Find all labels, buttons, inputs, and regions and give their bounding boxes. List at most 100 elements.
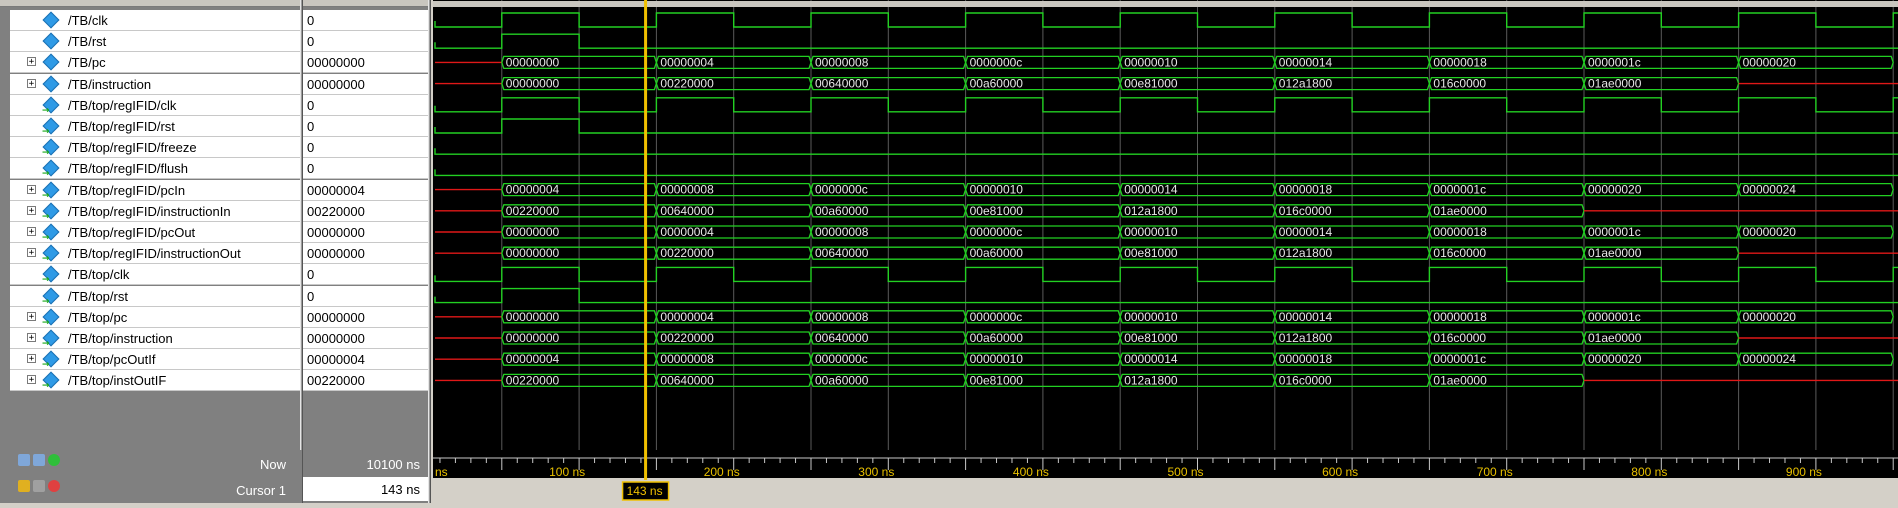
value-row[interactable]: 00220000 [303, 200, 428, 222]
value-row[interactable]: 0 [303, 264, 428, 286]
lock-icon[interactable] [18, 480, 30, 492]
expand-icon[interactable]: + [27, 333, 36, 343]
signal-row[interactable]: + /TB/pc [10, 52, 302, 74]
bus-value: 0000000c [970, 55, 1023, 69]
signal-name: /TB/top/regIFID/instructionOut [68, 246, 241, 262]
signal-icon: → [42, 371, 60, 391]
signal-icon: → [42, 202, 60, 221]
bus-value: 016c0000 [1433, 77, 1486, 91]
bus-value: 00000018 [1279, 183, 1333, 197]
expand-icon[interactable]: + [27, 375, 36, 385]
expand-icon[interactable]: + [27, 78, 36, 88]
time-ruler-canvas[interactable]: ns 100 ns 200 ns 300 ns 400 ns 500 ns 600 ns 70… [433, 450, 1898, 503]
signal-row[interactable]: + → /TB/top/instOutIF [10, 370, 302, 392]
signal-row[interactable]: + → /TB/top/pcOutIf [10, 349, 302, 371]
signal-icon: → [42, 244, 60, 264]
value-row[interactable]: 00000004 [303, 349, 428, 371]
value-row[interactable]: 0 [303, 285, 428, 307]
pencil-icon[interactable] [33, 480, 45, 492]
value-row[interactable]: 0 [303, 116, 428, 137]
clock-wave [434, 97, 1898, 113]
waveform-canvas[interactable]: 00000000 00000004 00000008 0000000c 00000010… [433, 0, 1898, 450]
value-row[interactable]: 0 [303, 10, 428, 31]
add-cursor-icon[interactable] [48, 454, 60, 466]
expand-icon[interactable]: + [27, 248, 36, 258]
cursor-value: 143 ns [380, 482, 420, 497]
bus-value: 00000008 [660, 183, 714, 197]
value-row[interactable]: 0 [303, 94, 428, 116]
bus-value: 00000018 [1279, 352, 1333, 366]
expand-icon[interactable]: + [27, 227, 36, 237]
bus-value: 00000000 [506, 77, 560, 91]
signal-icon: → [42, 223, 60, 243]
cursor-tag-label: 143 ns [627, 484, 663, 498]
signal-row[interactable]: + → /TB/top/regIFID/instructionIn [10, 200, 302, 222]
signal-value: 0 [307, 34, 315, 50]
bus-value: 00000000 [506, 331, 560, 345]
signal-row[interactable]: → /TB/top/regIFID/rst [10, 116, 302, 137]
delete-cursor-icon[interactable] [48, 480, 60, 492]
signal-row[interactable]: + → /TB/top/regIFID/pcOut [10, 222, 302, 243]
bus-value: 00a60000 [815, 373, 869, 387]
signal-row[interactable]: → /TB/top/regIFID/clk [10, 94, 302, 116]
waveform-pane[interactable]: 00000000 00000004 00000008 0000000c 00000010… [433, 0, 1898, 450]
value-row[interactable]: 0 [303, 158, 428, 180]
signal-row[interactable]: → /TB/top/clk [10, 264, 302, 286]
monitor-icon[interactable] [33, 454, 45, 466]
expand-icon[interactable]: + [27, 205, 36, 215]
signal-row[interactable]: + → /TB/top/regIFID/instructionOut [10, 243, 302, 265]
signal-value: 0 [307, 267, 315, 283]
value-row[interactable]: 00000000 [303, 222, 428, 243]
signal-name: /TB/top/regIFID/freeze [68, 140, 197, 156]
signal-row[interactable]: + /TB/instruction [10, 73, 302, 95]
value-row[interactable]: 00000000 [303, 328, 428, 349]
signal-row[interactable]: → /TB/top/regIFID/flush [10, 158, 302, 180]
ruler-fragment-label: ns [435, 465, 448, 479]
bus-value: 0000000c [970, 310, 1023, 324]
values-header-strip [303, 0, 428, 7]
value-row[interactable]: 00000000 [303, 243, 428, 265]
value-row[interactable]: 00000004 [303, 179, 428, 201]
time-ruler[interactable]: ns 100 ns 200 ns 300 ns 400 ns 500 ns 600 ns 70… [433, 450, 1898, 503]
signal-name: /TB/top/regIFID/clk [68, 97, 177, 113]
bus-value: 00e81000 [970, 204, 1024, 218]
bus-value: 00000024 [1743, 183, 1797, 197]
value-row[interactable]: 00000000 [303, 73, 428, 95]
bus-value: 0000001c [1433, 183, 1486, 197]
signal-value: 0 [307, 288, 315, 304]
signal-row[interactable]: + → /TB/top/pc [10, 306, 302, 328]
value-row[interactable]: 0 [303, 137, 428, 159]
value-row[interactable]: 00000000 [303, 306, 428, 328]
signal-name: /TB/top/rst [68, 288, 128, 304]
bus-value: 00000004 [660, 225, 714, 239]
clock-wave [434, 12, 1898, 28]
expand-icon[interactable]: + [27, 311, 36, 321]
bus-value: 00640000 [815, 77, 869, 91]
signal-value: 00000004 [307, 352, 365, 368]
signal-icon: → [42, 265, 60, 285]
expand-icon[interactable]: + [27, 354, 36, 364]
wave-tool-icon[interactable] [18, 454, 30, 466]
signal-row[interactable]: + → /TB/top/instruction [10, 328, 302, 349]
bus-value: 00000008 [815, 55, 869, 69]
signal-value: 00000000 [307, 225, 365, 240]
value-row[interactable]: 0 [303, 31, 428, 53]
signal-row[interactable]: /TB/clk [10, 10, 302, 31]
expand-icon[interactable]: + [27, 57, 36, 67]
expand-icon[interactable]: + [27, 184, 36, 194]
values-wave-splitter[interactable] [428, 0, 431, 503]
signal-row[interactable]: → /TB/top/regIFID/freeze [10, 137, 302, 159]
clock-wave [434, 266, 1898, 283]
cursor-toolbar [18, 480, 60, 496]
bus-value: 01ae0000 [1433, 373, 1487, 387]
ruler-tick-label: 500 ns [1168, 465, 1204, 479]
value-row[interactable]: 00000000 [303, 52, 428, 74]
bus-value: 00640000 [660, 204, 714, 218]
value-row[interactable]: 00220000 [303, 370, 428, 392]
bus-value: 00000010 [970, 352, 1024, 366]
signal-row[interactable]: → /TB/top/rst [10, 285, 302, 307]
bus-value: 00000018 [1433, 310, 1487, 324]
signal-row[interactable]: /TB/rst [10, 31, 302, 53]
signal-row[interactable]: + → /TB/top/regIFID/pcIn [10, 179, 302, 201]
ruler-tick-label: 300 ns [858, 465, 894, 479]
